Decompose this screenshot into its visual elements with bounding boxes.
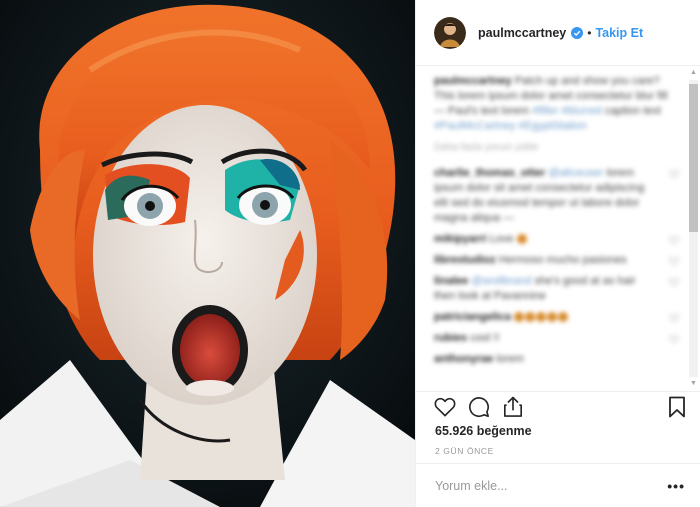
save-button[interactable] [665, 395, 689, 419]
action-bar [416, 391, 700, 422]
username-link[interactable]: paulmccartney [478, 26, 566, 40]
comments-scrollbar[interactable]: ▲ ▼ [686, 66, 700, 391]
comment-bubble-icon [469, 397, 489, 418]
post-header: paulmccartney • Takip Et [416, 0, 700, 66]
scrollbar-thumb[interactable] [689, 84, 698, 232]
scroll-up-arrow-icon[interactable]: ▲ [689, 68, 698, 78]
comment-input[interactable] [435, 478, 668, 493]
more-options-button[interactable]: ••• [667, 478, 685, 494]
blurred-caption: paulmccartney Patch up and show you care… [434, 74, 679, 370]
instagram-post: paulmccartney • Takip Et paulmccartney P… [0, 0, 700, 507]
verified-badge-icon [571, 26, 584, 39]
likes-count[interactable]: 65.926 beğenme [435, 424, 532, 438]
scroll-down-arrow-icon[interactable]: ▼ [689, 379, 698, 389]
follow-button[interactable]: Takip Et [595, 26, 643, 40]
post-timestamp[interactable]: 2 GÜN ÖNCE [435, 446, 494, 456]
heart-icon [434, 397, 456, 417]
post-sidebar: paulmccartney • Takip Et paulmccartney P… [415, 0, 700, 507]
bookmark-icon [669, 396, 685, 418]
share-icon [504, 396, 522, 417]
portrait-image [0, 0, 415, 507]
share-button[interactable] [501, 395, 525, 419]
comments-list: paulmccartney Patch up and show you care… [416, 66, 700, 391]
comment-button[interactable] [467, 395, 491, 419]
add-comment-bar: ••• [416, 463, 700, 507]
avatar[interactable] [434, 16, 466, 49]
post-photo[interactable] [0, 0, 415, 507]
separator-dot: • [587, 25, 592, 40]
like-button[interactable] [433, 395, 457, 419]
